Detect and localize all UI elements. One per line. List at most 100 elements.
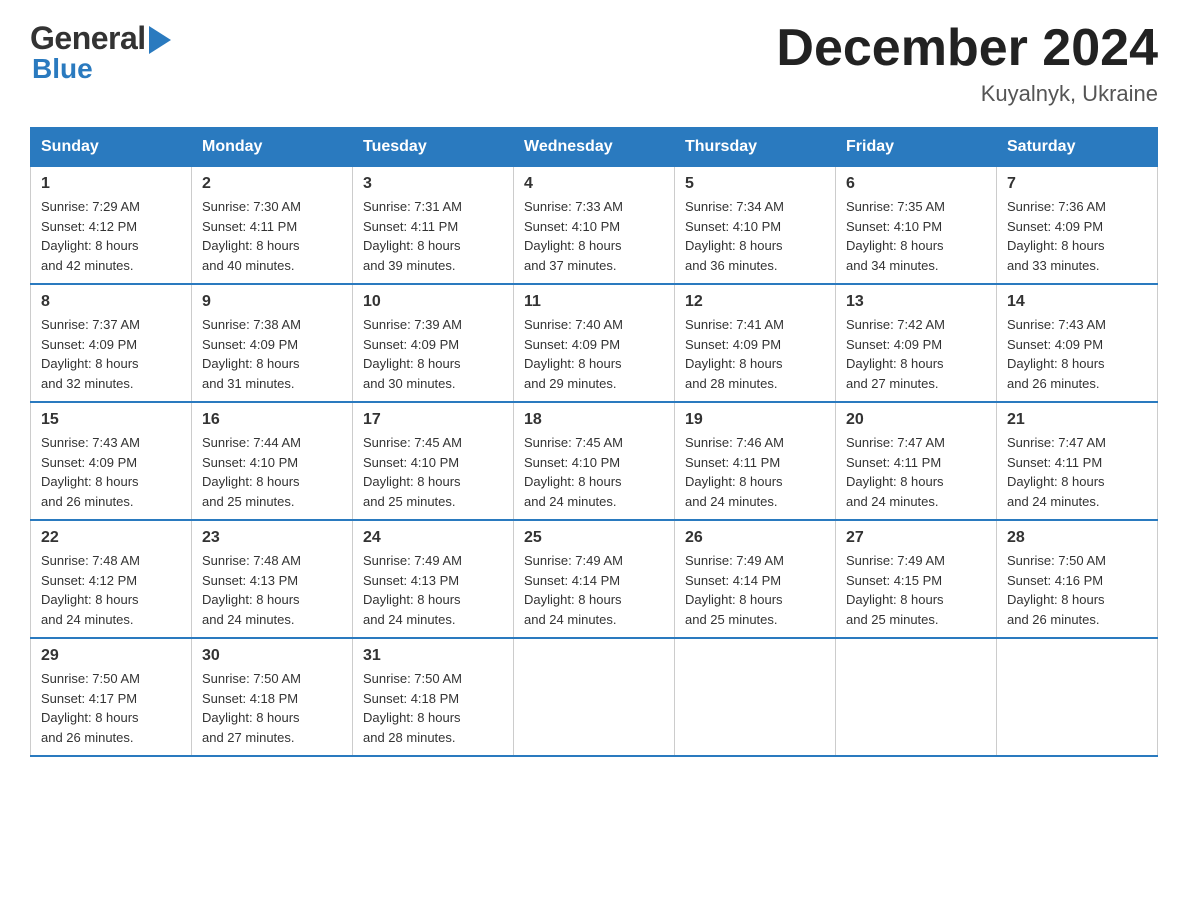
day-info: Sunrise: 7:35 AMSunset: 4:10 PMDaylight:…	[846, 197, 986, 275]
day-info: Sunrise: 7:29 AMSunset: 4:12 PMDaylight:…	[41, 197, 181, 275]
day-info: Sunrise: 7:38 AMSunset: 4:09 PMDaylight:…	[202, 315, 342, 393]
table-row: 3 Sunrise: 7:31 AMSunset: 4:11 PMDaylight…	[353, 167, 514, 285]
day-info: Sunrise: 7:39 AMSunset: 4:09 PMDaylight:…	[363, 315, 503, 393]
day-number: 2	[202, 175, 342, 193]
day-info: Sunrise: 7:47 AMSunset: 4:11 PMDaylight:…	[846, 433, 986, 511]
day-number: 6	[846, 175, 986, 193]
col-saturday: Saturday	[997, 128, 1158, 167]
day-number: 7	[1007, 175, 1147, 193]
month-year-title: December 2024	[776, 20, 1158, 77]
table-row	[675, 638, 836, 756]
table-row: 16Sunrise: 7:44 AMSunset: 4:10 PMDayligh…	[192, 402, 353, 520]
day-number: 14	[1007, 293, 1147, 311]
col-tuesday: Tuesday	[353, 128, 514, 167]
col-friday: Friday	[836, 128, 997, 167]
day-number: 28	[1007, 529, 1147, 547]
day-info: Sunrise: 7:48 AMSunset: 4:12 PMDaylight:…	[41, 551, 181, 629]
table-row: 7 Sunrise: 7:36 AMSunset: 4:09 PMDaylight…	[997, 167, 1158, 285]
day-info: Sunrise: 7:31 AMSunset: 4:11 PMDaylight:…	[363, 197, 503, 275]
table-row: 28 Sunrise: 7:50 AMSunset: 4:16 PMDayligh…	[997, 520, 1158, 638]
day-info: Sunrise: 7:47 AMSunset: 4:11 PMDaylight:…	[1007, 433, 1147, 511]
table-row: 23Sunrise: 7:48 AMSunset: 4:13 PMDayligh…	[192, 520, 353, 638]
day-number: 3	[363, 175, 503, 193]
day-number: 4	[524, 175, 664, 193]
table-row: 12 Sunrise: 7:41 AMSunset: 4:09 PMDayligh…	[675, 284, 836, 402]
table-row	[997, 638, 1158, 756]
calendar-week-row: 29 Sunrise: 7:50 AMSunset: 4:17 PMDayligh…	[31, 638, 1158, 756]
day-number: 21	[1007, 411, 1147, 429]
logo-general-text: General	[30, 20, 146, 57]
day-info: Sunrise: 7:50 AMSunset: 4:18 PMDaylight:…	[363, 669, 503, 747]
table-row: 21 Sunrise: 7:47 AMSunset: 4:11 PMDayligh…	[997, 402, 1158, 520]
day-info: Sunrise: 7:30 AMSunset: 4:11 PMDaylight:…	[202, 197, 342, 275]
col-thursday: Thursday	[675, 128, 836, 167]
table-row: 14 Sunrise: 7:43 AMSunset: 4:09 PMDayligh…	[997, 284, 1158, 402]
day-info: Sunrise: 7:33 AMSunset: 4:10 PMDaylight:…	[524, 197, 664, 275]
day-info: Sunrise: 7:49 AMSunset: 4:15 PMDaylight:…	[846, 551, 986, 629]
day-number: 10	[363, 293, 503, 311]
table-row: 27 Sunrise: 7:49 AMSunset: 4:15 PMDayligh…	[836, 520, 997, 638]
table-row: 9Sunrise: 7:38 AMSunset: 4:09 PMDaylight…	[192, 284, 353, 402]
day-info: Sunrise: 7:45 AMSunset: 4:10 PMDaylight:…	[363, 433, 503, 511]
table-row: 25Sunrise: 7:49 AMSunset: 4:14 PMDayligh…	[514, 520, 675, 638]
day-info: Sunrise: 7:40 AMSunset: 4:09 PMDaylight:…	[524, 315, 664, 393]
day-number: 15	[41, 411, 181, 429]
day-number: 27	[846, 529, 986, 547]
day-number: 13	[846, 293, 986, 311]
day-number: 12	[685, 293, 825, 311]
day-number: 29	[41, 647, 181, 665]
table-row: 26Sunrise: 7:49 AMSunset: 4:14 PMDayligh…	[675, 520, 836, 638]
day-number: 11	[524, 293, 664, 311]
table-row: 1Sunrise: 7:29 AMSunset: 4:12 PMDaylight…	[31, 167, 192, 285]
table-row: 2 Sunrise: 7:30 AMSunset: 4:11 PMDaylight…	[192, 167, 353, 285]
table-row: 11 Sunrise: 7:40 AMSunset: 4:09 PMDayligh…	[514, 284, 675, 402]
day-info: Sunrise: 7:50 AMSunset: 4:18 PMDaylight:…	[202, 669, 342, 747]
table-row: 24 Sunrise: 7:49 AMSunset: 4:13 PMDayligh…	[353, 520, 514, 638]
table-row	[836, 638, 997, 756]
day-info: Sunrise: 7:50 AMSunset: 4:17 PMDaylight:…	[41, 669, 181, 747]
table-row: 5Sunrise: 7:34 AMSunset: 4:10 PMDaylight…	[675, 167, 836, 285]
calendar-header-row: Sunday Monday Tuesday Wednesday Thursday…	[31, 128, 1158, 167]
day-info: Sunrise: 7:42 AMSunset: 4:09 PMDaylight:…	[846, 315, 986, 393]
table-row: 29 Sunrise: 7:50 AMSunset: 4:17 PMDayligh…	[31, 638, 192, 756]
table-row: 10 Sunrise: 7:39 AMSunset: 4:09 PMDayligh…	[353, 284, 514, 402]
day-number: 31	[363, 647, 503, 665]
day-info: Sunrise: 7:49 AMSunset: 4:13 PMDaylight:…	[363, 551, 503, 629]
day-number: 16	[202, 411, 342, 429]
calendar-week-row: 1Sunrise: 7:29 AMSunset: 4:12 PMDaylight…	[31, 167, 1158, 285]
day-info: Sunrise: 7:41 AMSunset: 4:09 PMDaylight:…	[685, 315, 825, 393]
col-sunday: Sunday	[31, 128, 192, 167]
day-info: Sunrise: 7:43 AMSunset: 4:09 PMDaylight:…	[41, 433, 181, 511]
table-row: 30 Sunrise: 7:50 AMSunset: 4:18 PMDayligh…	[192, 638, 353, 756]
day-info: Sunrise: 7:48 AMSunset: 4:13 PMDaylight:…	[202, 551, 342, 629]
day-info: Sunrise: 7:49 AMSunset: 4:14 PMDaylight:…	[524, 551, 664, 629]
day-number: 26	[685, 529, 825, 547]
day-info: Sunrise: 7:50 AMSunset: 4:16 PMDaylight:…	[1007, 551, 1147, 629]
calendar-week-row: 8 Sunrise: 7:37 AMSunset: 4:09 PMDaylight…	[31, 284, 1158, 402]
day-info: Sunrise: 7:43 AMSunset: 4:09 PMDaylight:…	[1007, 315, 1147, 393]
day-number: 17	[363, 411, 503, 429]
table-row	[514, 638, 675, 756]
logo: General Blue	[30, 20, 171, 85]
day-info: Sunrise: 7:36 AMSunset: 4:09 PMDaylight:…	[1007, 197, 1147, 275]
day-info: Sunrise: 7:46 AMSunset: 4:11 PMDaylight:…	[685, 433, 825, 511]
day-number: 8	[41, 293, 181, 311]
calendar-table: Sunday Monday Tuesday Wednesday Thursday…	[30, 127, 1158, 757]
day-number: 24	[363, 529, 503, 547]
calendar-week-row: 22Sunrise: 7:48 AMSunset: 4:12 PMDayligh…	[31, 520, 1158, 638]
col-monday: Monday	[192, 128, 353, 167]
table-row: 17 Sunrise: 7:45 AMSunset: 4:10 PMDayligh…	[353, 402, 514, 520]
table-row: 19 Sunrise: 7:46 AMSunset: 4:11 PMDayligh…	[675, 402, 836, 520]
location-subtitle: Kuyalnyk, Ukraine	[776, 81, 1158, 107]
table-row: 15 Sunrise: 7:43 AMSunset: 4:09 PMDayligh…	[31, 402, 192, 520]
day-info: Sunrise: 7:37 AMSunset: 4:09 PMDaylight:…	[41, 315, 181, 393]
calendar-week-row: 15 Sunrise: 7:43 AMSunset: 4:09 PMDayligh…	[31, 402, 1158, 520]
table-row: 22Sunrise: 7:48 AMSunset: 4:12 PMDayligh…	[31, 520, 192, 638]
day-number: 19	[685, 411, 825, 429]
table-row: 6 Sunrise: 7:35 AMSunset: 4:10 PMDaylight…	[836, 167, 997, 285]
day-number: 30	[202, 647, 342, 665]
day-number: 18	[524, 411, 664, 429]
day-number: 20	[846, 411, 986, 429]
page-header: General Blue December 2024 Kuyalnyk, Ukr…	[30, 20, 1158, 107]
table-row: 18Sunrise: 7:45 AMSunset: 4:10 PMDayligh…	[514, 402, 675, 520]
